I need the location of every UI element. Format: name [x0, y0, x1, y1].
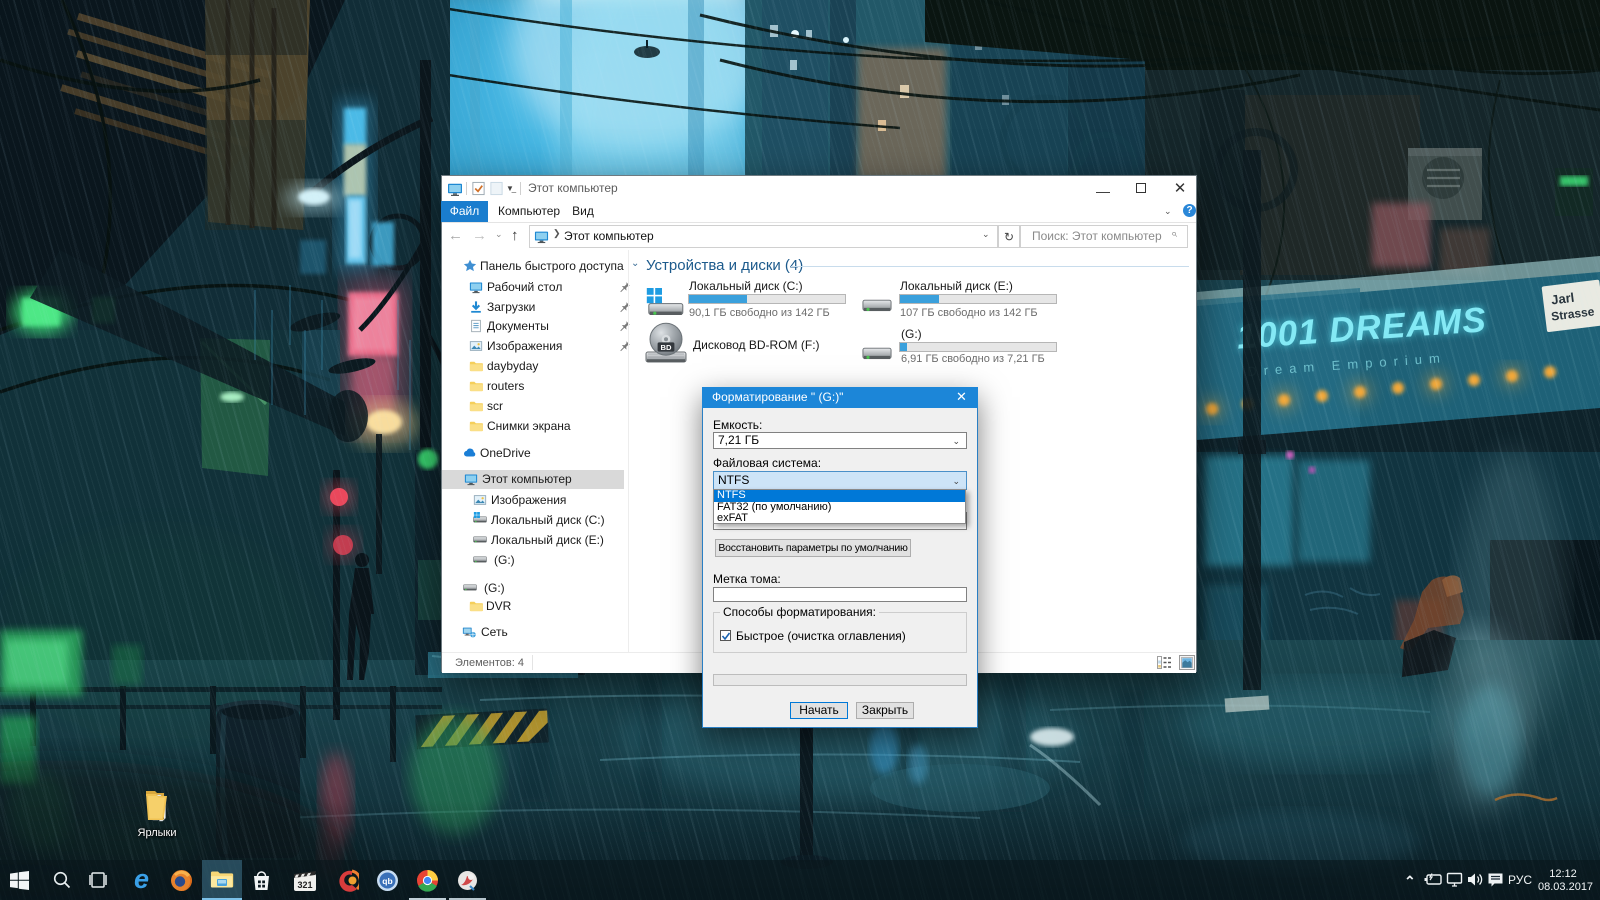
svg-text:321: 321 [297, 880, 312, 890]
svg-text:BD: BD [661, 343, 672, 352]
svg-text:qb: qb [382, 876, 392, 886]
